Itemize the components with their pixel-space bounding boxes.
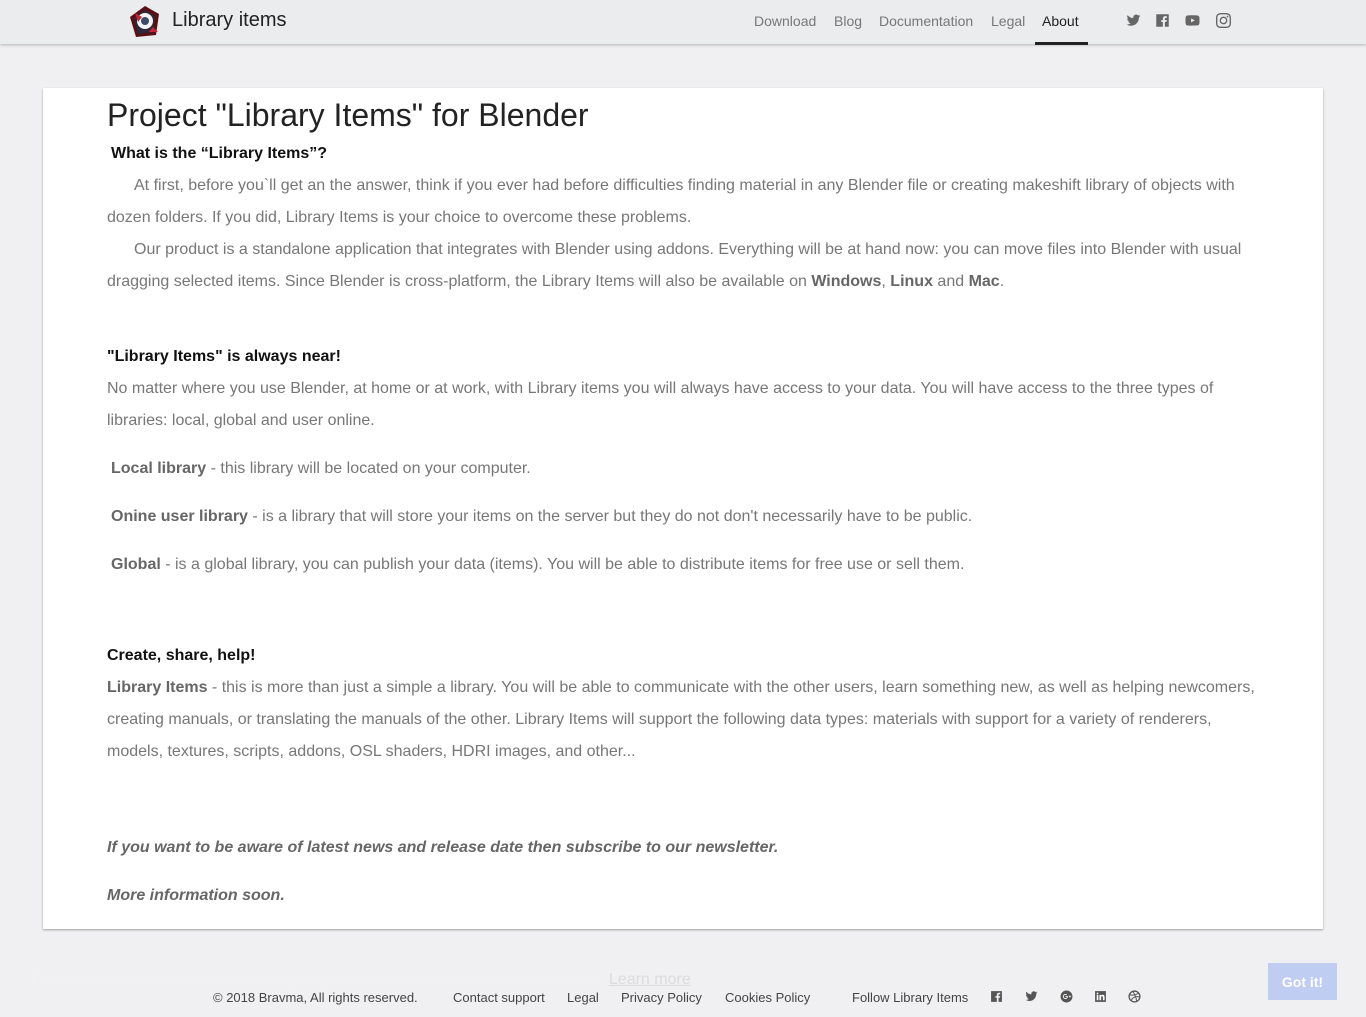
paragraph-product-line2: dragging selected items. Since Blender i… xyxy=(107,266,1004,298)
section-heading-create-share: Create, share, help! xyxy=(107,647,256,664)
paragraph-create-line1: Library Items - this is more than just a… xyxy=(107,672,1255,704)
page-footer: © 2018 Bravma, All rights reserved. Cont… xyxy=(0,989,1366,1009)
paragraph-intro-line1: At first, before you`ll get an the answe… xyxy=(134,177,1235,194)
footer-legal-link[interactable]: Legal xyxy=(567,990,599,1005)
facebook-icon[interactable] xyxy=(990,990,1004,1004)
cookie-text: This website uses cookies to ensure you … xyxy=(29,971,600,988)
online-library-item: Onine user library - is a library that w… xyxy=(111,501,972,533)
footer-contact-support-link[interactable]: Contact support xyxy=(453,990,545,1005)
paragraph-product-line1: Our product is a standalone application … xyxy=(134,241,1242,258)
more-info-note: More information soon. xyxy=(107,887,285,904)
platform-linux: Linux xyxy=(890,273,933,290)
twitter-icon[interactable] xyxy=(1025,990,1039,1004)
global-library-text: - is a global library, you can publish y… xyxy=(160,556,965,573)
nav-download[interactable]: Download xyxy=(754,13,816,29)
linkedin-icon[interactable] xyxy=(1094,990,1108,1004)
content-card: Project "Library Items" for Blender What… xyxy=(43,88,1323,929)
paragraph-create-line3: models, textures, scripts, addons, OSL s… xyxy=(107,743,636,760)
online-library-text: - is a library that will store your item… xyxy=(247,508,973,525)
library-items-logo-icon[interactable] xyxy=(128,5,162,39)
nav-documentation[interactable]: Documentation xyxy=(879,13,973,29)
cookie-learn-more-link[interactable]: Learn more xyxy=(609,971,691,988)
nav-blog[interactable]: Blog xyxy=(834,13,862,29)
cookie-consent-message: This website uses cookies to ensure you … xyxy=(29,971,691,989)
online-library-label: Onine user library xyxy=(111,508,248,525)
active-nav-indicator xyxy=(1035,42,1088,45)
global-library-item: Global - is a global library, you can pu… xyxy=(111,549,964,581)
local-library-item: Local library - this library will be loc… xyxy=(111,453,531,485)
dribbble-icon[interactable] xyxy=(1128,990,1142,1004)
paragraph-access-line1: No matter where you use Blender, at home… xyxy=(107,380,1214,397)
page-title: Project "Library Items" for Blender xyxy=(107,97,589,133)
youtube-icon[interactable] xyxy=(1185,13,1201,29)
platform-mac: Mac xyxy=(968,273,1000,290)
footer-copyright: © 2018 Bravma, All rights reserved. xyxy=(213,990,418,1005)
instagram-icon[interactable] xyxy=(1216,13,1232,29)
nav-about[interactable]: About xyxy=(1042,13,1079,29)
library-items-label: Library Items xyxy=(107,679,208,696)
paragraph-access-line2: libraries: local, global and user online… xyxy=(107,412,375,429)
top-navbar: Library items Download Blog Documentatio… xyxy=(0,0,1366,45)
text-segment: . xyxy=(999,273,1005,290)
twitter-icon[interactable] xyxy=(1126,13,1142,29)
google-plus-icon[interactable] xyxy=(1060,990,1074,1004)
text-segment: and xyxy=(932,273,969,290)
text-segment: , xyxy=(881,273,891,290)
local-library-label: Local library xyxy=(111,460,207,477)
footer-cookies-policy-link[interactable]: Cookies Policy xyxy=(725,990,810,1005)
text-segment: dragging selected items. Since Blender i… xyxy=(107,273,812,290)
newsletter-note: If you want to be aware of latest news a… xyxy=(107,839,779,856)
global-library-label: Global xyxy=(111,556,161,573)
nav-legal[interactable]: Legal xyxy=(991,13,1025,29)
paragraph-intro-line2: dozen folders. If you did, Library Items… xyxy=(107,209,692,226)
local-library-text: - this library will be located on your c… xyxy=(206,460,531,477)
text-segment: - this is more than just a simple a libr… xyxy=(207,679,1255,696)
section-heading-what-is: What is the “Library Items”? xyxy=(111,145,328,162)
paragraph-create-line2: creating manuals, or translating the man… xyxy=(107,711,1212,728)
footer-privacy-policy-link[interactable]: Privacy Policy xyxy=(621,990,702,1005)
facebook-icon[interactable] xyxy=(1155,13,1171,29)
brand-title[interactable]: Library items xyxy=(172,9,286,32)
platform-windows: Windows xyxy=(811,273,882,290)
footer-follow-label: Follow Library Items xyxy=(852,990,969,1005)
section-heading-always-near: "Library Items" is always near! xyxy=(107,348,341,365)
